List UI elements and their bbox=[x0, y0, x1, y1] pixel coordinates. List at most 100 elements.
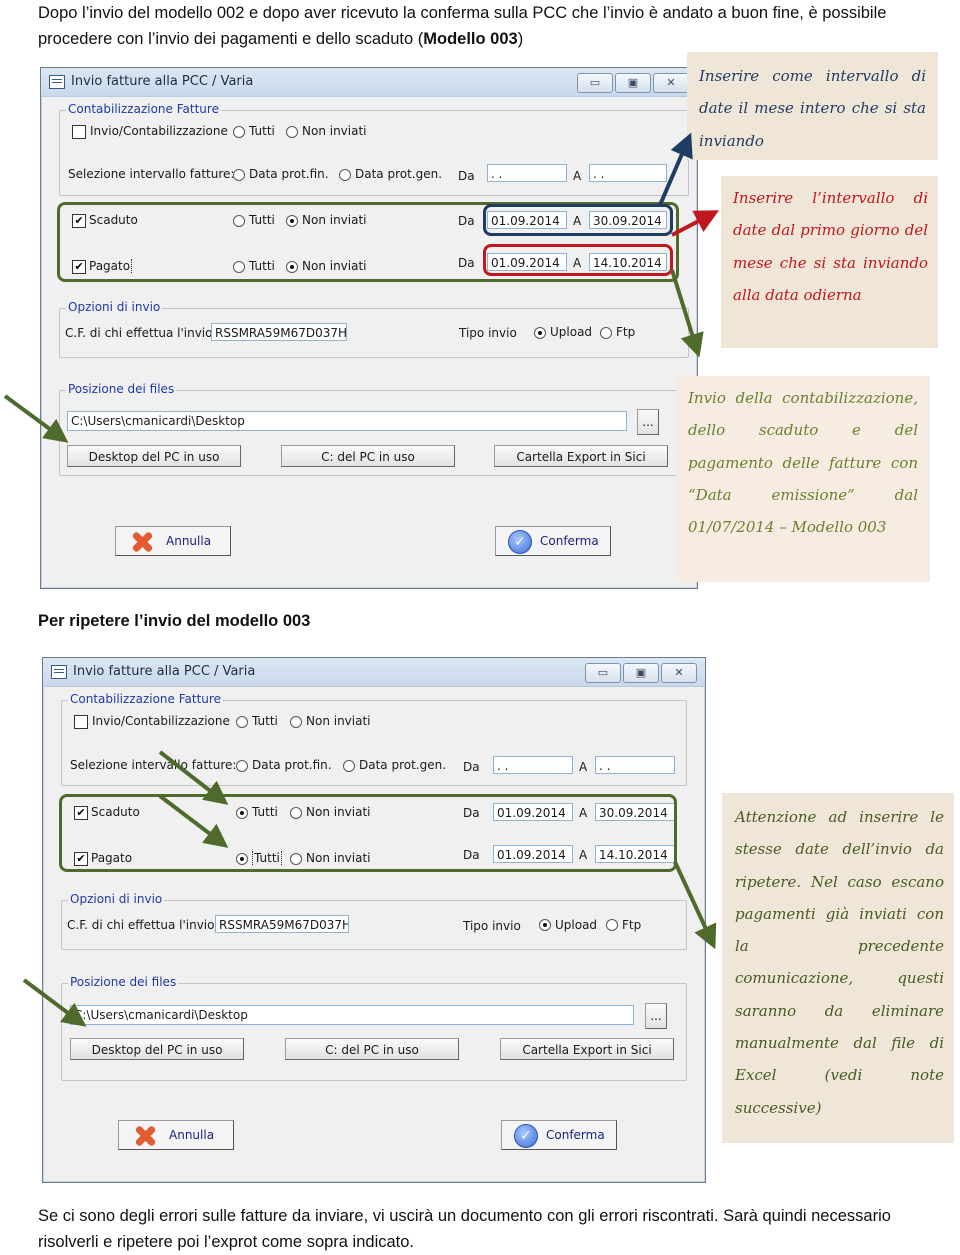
path-input[interactable]: C:\Users\cmanicardi\Desktop bbox=[67, 411, 627, 431]
group-posizione-files: Posizione dei files bbox=[61, 975, 687, 1081]
data-prot-fin-radio[interactable] bbox=[236, 760, 248, 772]
conferma-button[interactable]: ✓ Conferma bbox=[495, 526, 611, 556]
window-app-icon bbox=[51, 665, 67, 679]
upload-radio[interactable] bbox=[534, 327, 546, 339]
browse-button[interactable]: ... bbox=[645, 1003, 667, 1029]
group-label: Contabilizzazione Fatture bbox=[68, 692, 223, 706]
invio-contabilizzazione-label: Invio/Contabilizzazione bbox=[92, 714, 230, 728]
data-prot-gen-label: Data prot.gen. bbox=[359, 758, 447, 772]
minimize-button[interactable]: ▭ bbox=[577, 73, 613, 93]
title-bar: Invio fatture alla PCC / Varia ▭ ▣ ✕ bbox=[43, 658, 705, 687]
conferma-label: Conferma bbox=[540, 534, 599, 548]
contab-non-inviati-radio[interactable] bbox=[290, 716, 302, 728]
cf-input[interactable]: RSSMRA59M67D037H bbox=[211, 323, 347, 341]
annulla-label: Annulla bbox=[166, 534, 212, 548]
upload-label: Upload bbox=[550, 325, 593, 339]
invio-contabilizzazione-checkbox[interactable] bbox=[74, 715, 88, 729]
highlight-scaduto-dates bbox=[483, 204, 673, 236]
contab-tutti-label: Tutti bbox=[252, 714, 278, 728]
close-button[interactable]: ✕ bbox=[653, 73, 689, 93]
export-sici-button[interactable]: Cartella Export in Sici bbox=[494, 445, 668, 467]
contab-tutti-radio[interactable] bbox=[236, 716, 248, 728]
minimize-button[interactable]: ▭ bbox=[585, 663, 621, 683]
a-label: A bbox=[573, 169, 582, 183]
ftp-label: Ftp bbox=[622, 918, 642, 932]
group-label: Posizione dei files bbox=[68, 975, 179, 989]
intervallo-a-input[interactable]: . . bbox=[589, 164, 667, 182]
window-title: Invio fatture alla PCC / Varia bbox=[71, 74, 254, 89]
upload-radio[interactable] bbox=[539, 919, 551, 931]
data-prot-fin-label: Data prot.fin. bbox=[252, 758, 332, 772]
da-label: Da bbox=[463, 760, 480, 774]
invio-contabilizzazione-label: Invio/Contabilizzazione bbox=[90, 124, 228, 138]
annulla-button[interactable]: Annulla bbox=[118, 1120, 234, 1150]
outro-paragraph: Se ci sono degli errori sulle fatture da… bbox=[38, 1207, 891, 1251]
dialog-invio-fatture-2: Invio fatture alla PCC / Varia ▭ ▣ ✕ Con… bbox=[42, 657, 706, 1183]
data-prot-fin-radio[interactable] bbox=[233, 169, 245, 181]
selezione-intervallo-label: Selezione intervallo fatture: bbox=[70, 758, 237, 772]
intervallo-da-input[interactable]: . . bbox=[493, 756, 573, 774]
cancel-x-icon bbox=[133, 1124, 157, 1148]
intervallo-a-input[interactable]: . . bbox=[595, 756, 675, 774]
title-bar: Invio fatture alla PCC / Varia ▭ ▣ ✕ bbox=[41, 68, 697, 97]
desktop-button[interactable]: Desktop del PC in uso bbox=[67, 445, 241, 467]
group-label: Opzioni di invio bbox=[66, 300, 163, 314]
contab-tutti-radio[interactable] bbox=[233, 126, 245, 138]
close-button[interactable]: ✕ bbox=[661, 663, 697, 683]
maximize-button[interactable]: ▣ bbox=[615, 73, 651, 93]
export-sici-button[interactable]: Cartella Export in Sici bbox=[500, 1038, 674, 1060]
intro-paragraph: Dopo l’invio del modello 002 e dopo aver… bbox=[38, 0, 918, 52]
group-label: Opzioni di invio bbox=[68, 892, 165, 906]
browse-button[interactable]: ... bbox=[637, 409, 659, 435]
cf-label: C.F. di chi effettua l'invio bbox=[65, 326, 213, 340]
conferma-button[interactable]: ✓ Conferma bbox=[501, 1120, 617, 1150]
intro-text-bold: Modello 003 bbox=[423, 30, 518, 48]
desktop-button[interactable]: Desktop del PC in uso bbox=[70, 1038, 244, 1060]
data-prot-gen-radio[interactable] bbox=[339, 169, 351, 181]
intro-text-end: ) bbox=[517, 30, 524, 48]
note-repeat-warning: Attenzione ad inserire le stesse date de… bbox=[722, 793, 954, 1143]
selezione-intervallo-label: Selezione intervallo fatture: bbox=[68, 167, 235, 181]
highlight-scaduto-pagato bbox=[59, 794, 677, 872]
cf-label: C.F. di chi effettua l'invio bbox=[67, 918, 215, 932]
note-model-003: Invio della contabilizzazione, dello sca… bbox=[676, 376, 930, 582]
tipo-invio-label: Tipo invio bbox=[463, 919, 521, 933]
confirm-check-icon: ✓ bbox=[508, 530, 532, 554]
data-prot-gen-radio[interactable] bbox=[343, 760, 355, 772]
ftp-radio[interactable] bbox=[600, 327, 612, 339]
contab-non-inviati-radio[interactable] bbox=[286, 126, 298, 138]
conferma-label: Conferma bbox=[546, 1128, 605, 1142]
annulla-label: Annulla bbox=[169, 1128, 215, 1142]
group-label: Contabilizzazione Fatture bbox=[66, 102, 221, 116]
group-contabilizzazione: Contabilizzazione Fatture bbox=[61, 692, 687, 786]
group-label: Posizione dei files bbox=[66, 382, 177, 396]
contab-non-inviati-label: Non inviati bbox=[306, 714, 371, 728]
path-input[interactable]: C:\Users\cmanicardi\Desktop bbox=[70, 1005, 634, 1025]
c-drive-button[interactable]: C: del PC in uso bbox=[285, 1038, 459, 1060]
note-whole-month: Inserire come intervallo di date il mese… bbox=[687, 52, 938, 160]
contab-tutti-label: Tutti bbox=[249, 124, 275, 138]
highlight-pagato-dates bbox=[483, 244, 673, 276]
confirm-check-icon: ✓ bbox=[514, 1124, 538, 1148]
invio-contabilizzazione-checkbox[interactable] bbox=[72, 125, 86, 139]
group-contabilizzazione: Contabilizzazione Fatture bbox=[59, 102, 689, 196]
maximize-button[interactable]: ▣ bbox=[623, 663, 659, 683]
ftp-label: Ftp bbox=[616, 325, 636, 339]
c-drive-button[interactable]: C: del PC in uso bbox=[281, 445, 455, 467]
dialog-invio-fatture-1: Invio fatture alla PCC / Varia ▭ ▣ ✕ Con… bbox=[40, 67, 698, 589]
section-heading: Per ripetere l’invio del modello 003 bbox=[38, 612, 311, 630]
window-title: Invio fatture alla PCC / Varia bbox=[73, 664, 256, 679]
annulla-button[interactable]: Annulla bbox=[115, 526, 231, 556]
cf-input[interactable]: RSSMRA59M67D037H bbox=[215, 915, 349, 933]
ftp-radio[interactable] bbox=[606, 919, 618, 931]
upload-label: Upload bbox=[555, 918, 598, 932]
a-label: A bbox=[579, 760, 588, 774]
contab-non-inviati-label: Non inviati bbox=[302, 124, 367, 138]
tipo-invio-label: Tipo invio bbox=[459, 326, 517, 340]
data-prot-fin-label: Data prot.fin. bbox=[249, 167, 329, 181]
data-prot-gen-label: Data prot.gen. bbox=[355, 167, 443, 181]
intervallo-da-input[interactable]: . . bbox=[487, 164, 567, 182]
note-to-today: Inserire l’intervallo di date dal primo … bbox=[721, 176, 938, 348]
cancel-x-icon bbox=[130, 530, 154, 554]
da-label: Da bbox=[458, 169, 475, 183]
